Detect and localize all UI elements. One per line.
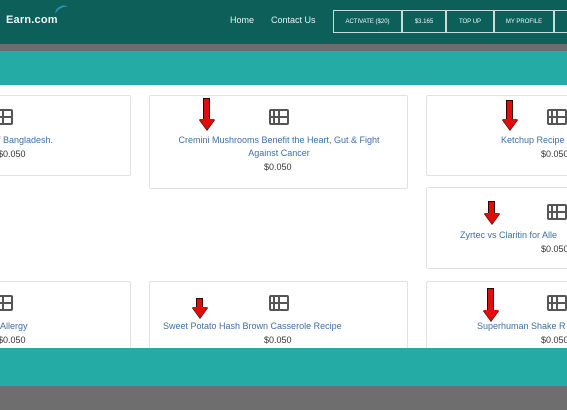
red-arrow-annotation [199,98,215,130]
red-arrow-annotation [484,201,500,224]
video-card-title[interactable]: f Bangladesh. [0,134,53,147]
nav-home-link[interactable]: Home [230,15,254,25]
nav-contact-link[interactable]: Contact Us [271,15,316,25]
red-arrow-annotation [502,100,518,130]
top-navbar: Earn.com Home Contact Us ACTIVATE ($20) … [0,0,567,44]
film-icon [547,204,567,220]
video-card-price: $0.050 [541,335,567,345]
video-card-title[interactable]: Sweet Potato Hash Brown Casserole Recipe [163,320,342,333]
page-bottom [0,386,567,410]
my-profile-button[interactable]: MY PROFILE [494,10,554,33]
activate-button[interactable]: ACTIVATE ($20) [333,10,402,33]
header-shadow [0,44,567,51]
film-icon [547,295,567,311]
video-card[interactable]: Cremini Mushrooms Benefit the Heart, Gut… [149,95,408,189]
video-grid: f Bangladesh. $0.050 Cremini Mushrooms B… [0,85,567,348]
film-icon [269,109,289,125]
video-card-price: $0.050 [541,149,567,159]
video-card[interactable]: Allergy $0.050 [0,281,131,348]
video-card-title[interactable]: Zyrtec vs Claritin for Alle [460,229,557,242]
top-up-button[interactable]: TOP UP [446,10,494,33]
film-icon [0,295,13,311]
film-icon [269,295,289,311]
balance-button[interactable]: $3.165 [402,10,446,33]
video-card[interactable]: Zyrtec vs Claritin for Alle $0.050 [426,187,567,269]
film-icon [0,109,13,125]
video-card-price: $0.050 [264,335,292,345]
red-arrow-annotation [192,298,208,318]
video-card[interactable]: f Bangladesh. $0.050 [0,95,131,176]
teal-footer-band [0,348,567,386]
teal-banner [0,51,567,85]
video-card-title[interactable]: Cremini Mushrooms Benefit the Heart, Gut… [166,134,392,160]
video-card[interactable]: Ketchup Recipe $0.050 [426,95,567,176]
video-card-price: $0.050 [0,149,26,159]
video-card-title[interactable]: Superhuman Shake R [477,320,566,333]
video-card-title[interactable]: Allergy [0,320,28,333]
video-card-price: $0.050 [0,335,26,345]
video-card-price: $0.050 [264,162,292,172]
video-card[interactable]: Sweet Potato Hash Brown Casserole Recipe… [149,281,408,348]
film-icon [547,109,567,125]
red-arrow-annotation [483,288,499,321]
more-button[interactable] [554,10,567,33]
video-card-price: $0.050 [541,244,567,254]
video-card-title[interactable]: Ketchup Recipe [501,134,565,147]
site-logo[interactable]: Earn.com [6,14,58,26]
